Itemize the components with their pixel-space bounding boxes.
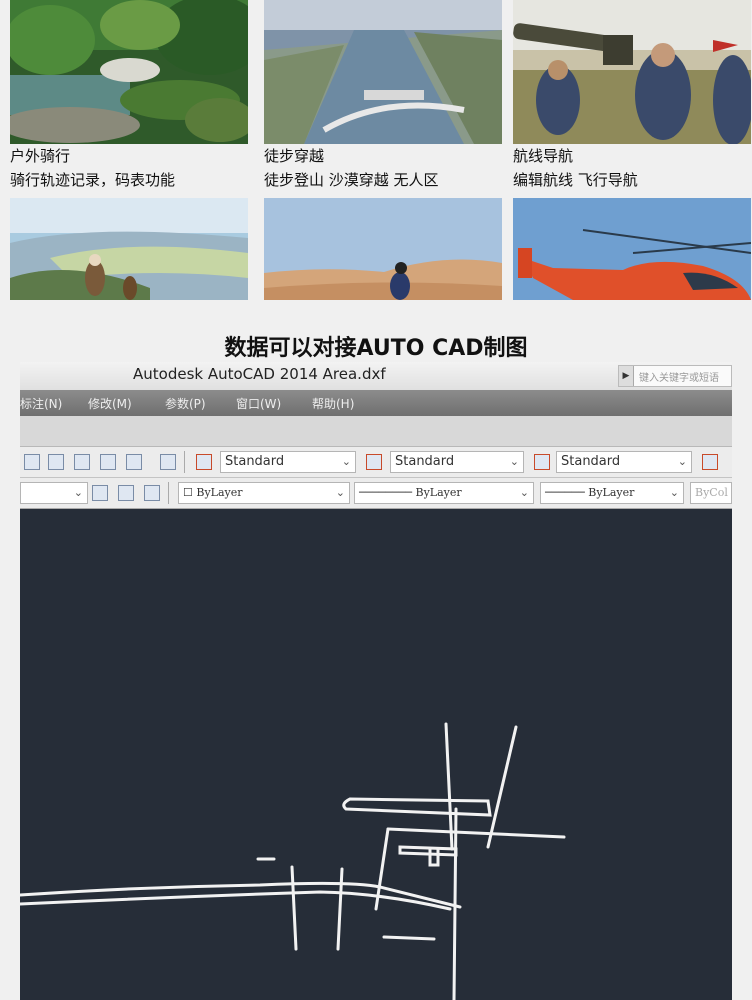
dimension-style-dropdown[interactable]: Standard ⌄: [390, 451, 524, 473]
table-style-dropdown[interactable]: Standard ⌄: [556, 451, 692, 473]
search-placeholder: 键入关键字或短语: [639, 373, 719, 384]
make-current-layer-icon[interactable]: [92, 485, 108, 501]
menu-help[interactable]: 帮助(H): [312, 395, 354, 412]
gallery-card-navigation[interactable]: 航线导航 编辑航线 飞行导航: [513, 0, 751, 192]
linetype-line-icon: ────────: [359, 486, 416, 499]
chevron-down-icon: ⌄: [341, 455, 351, 468]
grid-icon[interactable]: [100, 454, 116, 470]
soldiers-photo: [513, 0, 751, 144]
card-subtitle: 骑行轨迹记录，码表功能: [10, 171, 176, 189]
layer-state-dropdown[interactable]: ⌄: [20, 482, 88, 504]
linetype-value: ByLayer: [415, 486, 462, 499]
desert-photo: [264, 198, 502, 300]
multileader-style-icon[interactable]: [702, 454, 718, 470]
building-outline: [428, 847, 440, 867]
drawing-canvas[interactable]: [20, 509, 732, 1000]
road-polyline: [20, 890, 452, 911]
building-outline: [342, 797, 492, 817]
cad-drawing: [20, 722, 566, 1000]
canal-aerial-photo: [264, 0, 502, 144]
helicopter-photo: [513, 198, 751, 300]
text-style-value: Standard: [225, 454, 285, 469]
menu-window[interactable]: 窗口(W): [236, 395, 281, 412]
color-value: ByLayer: [196, 486, 243, 499]
table-style-value: Standard: [561, 454, 621, 469]
dimension-style-value: Standard: [395, 454, 455, 469]
layer-match-icon[interactable]: [118, 485, 134, 501]
gallery-card-cycling[interactable]: 户外骑行 骑行轨迹记录，码表功能: [10, 0, 248, 192]
garden-photo: [10, 0, 248, 144]
toolbar-separator: [184, 451, 185, 473]
lineweight-value: ByLayer: [588, 486, 635, 499]
plot-style-dropdown[interactable]: ByCol: [690, 482, 732, 504]
document-icon[interactable]: [48, 454, 64, 470]
gallery-card-hikers[interactable]: [10, 198, 248, 300]
road-line: [486, 725, 518, 849]
autocad-titlebar: Autodesk AutoCAD 2014 Area.dxf ▶ 键入关键字或短…: [20, 362, 732, 390]
color-swatch-icon: ☐: [183, 486, 197, 499]
text-style-icon[interactable]: [196, 454, 212, 470]
chevron-down-icon: ⌄: [73, 486, 83, 499]
gallery-card-desert[interactable]: [264, 198, 502, 300]
autocad-window: Autodesk AutoCAD 2014 Area.dxf ▶ 键入关键字或短…: [20, 362, 732, 1000]
section-divider: [0, 300, 752, 320]
gallery-card-helicopter[interactable]: [513, 198, 751, 300]
lineweight-line-icon: ──────: [545, 486, 589, 499]
chevron-down-icon: ⌄: [335, 486, 345, 499]
section-headline: 数据可以对接AUTO CAD制图: [224, 336, 528, 361]
chevron-down-icon: ⌄: [519, 486, 529, 499]
window-title: Autodesk AutoCAD 2014 Area.dxf: [133, 365, 386, 383]
menu-bar: 标注(N) 修改(M) 参数(P) 窗口(W) 帮助(H): [20, 390, 732, 416]
building-outline: [398, 845, 458, 857]
menu-dimension[interactable]: 标注(N): [20, 395, 62, 412]
chevron-down-icon: ⌄: [677, 455, 687, 468]
menu-parametric[interactable]: 参数(P): [165, 395, 206, 412]
dimension-style-icon[interactable]: [366, 454, 382, 470]
card-title: 徒步穿越: [264, 147, 325, 165]
text-style-dropdown[interactable]: Standard ⌄: [220, 451, 356, 473]
road-line: [336, 867, 344, 951]
card-subtitle: 徒步登山 沙漠穿越 无人区: [264, 171, 439, 189]
chevron-down-icon: ⌄: [509, 455, 519, 468]
menu-modify[interactable]: 修改(M): [88, 395, 132, 412]
properties-toolbar: ⌄ ☐ ByLayer ⌄ ──────── ByLayer ⌄ ────── …: [20, 478, 732, 509]
card-subtitle: 编辑航线 飞行导航: [513, 171, 638, 189]
chevron-down-icon: ⌄: [669, 486, 679, 499]
linetype-dropdown[interactable]: ──────── ByLayer ⌄: [354, 482, 534, 504]
help-search-input[interactable]: ▶ 键入关键字或短语: [618, 365, 732, 387]
road-line: [386, 827, 566, 839]
color-dropdown[interactable]: ☐ ByLayer ⌄: [178, 482, 350, 504]
card-title: 户外骑行: [10, 147, 71, 165]
layer-previous-icon[interactable]: [144, 485, 160, 501]
erase-icon[interactable]: [74, 454, 90, 470]
search-arrow-icon[interactable]: ▶: [619, 366, 634, 386]
table-icon[interactable]: [24, 454, 40, 470]
help-icon[interactable]: [160, 454, 176, 470]
lineweight-dropdown[interactable]: ────── ByLayer ⌄: [540, 482, 684, 504]
calculator-icon[interactable]: [126, 454, 142, 470]
ribbon-area: [20, 416, 732, 447]
toolbar-separator: [168, 482, 169, 504]
card-title: 航线导航: [513, 147, 574, 165]
plot-style-value: ByCol: [695, 486, 728, 499]
table-style-icon[interactable]: [534, 454, 550, 470]
mountain-view-photo: [10, 198, 248, 300]
gallery-card-hiking[interactable]: 徒步穿越 徒步登山 沙漠穿越 无人区: [264, 0, 502, 192]
road-line: [452, 807, 458, 1000]
road-line: [290, 865, 298, 951]
road-line: [382, 935, 436, 941]
styles-toolbar: Standard ⌄ Standard ⌄ Standard ⌄: [20, 447, 732, 478]
